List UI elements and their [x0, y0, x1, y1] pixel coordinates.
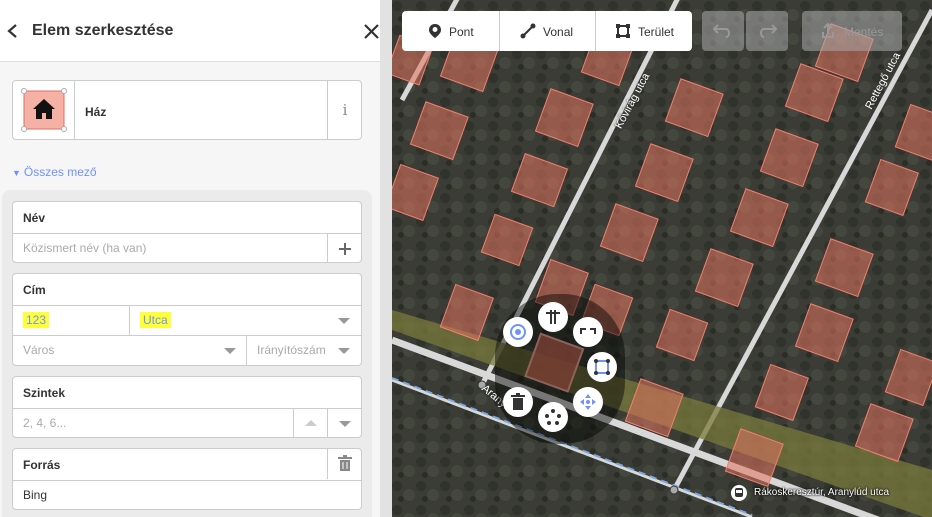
caret-up-icon: [305, 420, 317, 426]
source-delete-button[interactable]: [327, 449, 361, 479]
save-label: Mentés: [844, 25, 884, 39]
postcode-input[interactable]: Irányítószám: [247, 336, 327, 365]
address-row-1: 123 Utca: [13, 305, 361, 335]
straighten-operation-button[interactable]: [573, 317, 603, 347]
caret-down-icon: [339, 421, 351, 427]
circularize-operation-button[interactable]: [538, 402, 568, 432]
field-name-row: Közismert név (ha van): [13, 233, 361, 263]
add-point-label: Pont: [449, 25, 474, 39]
trash-icon: [338, 455, 352, 471]
field-levels-label: Szintek: [23, 386, 66, 400]
bus-stop-icon: [731, 485, 747, 501]
move-operation-button[interactable]: [573, 387, 603, 417]
save-button[interactable]: Mentés: [802, 11, 902, 51]
delete-operation-button[interactable]: [503, 387, 533, 417]
source-input[interactable]: Bing: [13, 481, 361, 510]
aerial-imagery: [392, 0, 932, 517]
fields-section: Név Közismert név (ha van) Cím 123 Utca: [2, 190, 372, 517]
back-button[interactable]: [2, 19, 24, 43]
chevron-left-icon: [7, 24, 17, 38]
preset-selector[interactable]: Ház i: [12, 80, 362, 140]
split-icon: [546, 310, 560, 324]
continue-operation-button[interactable]: [503, 317, 533, 347]
levels-input[interactable]: 2, 4, 6...: [13, 409, 293, 438]
preset-name: Ház: [85, 105, 107, 119]
inspector-sidebar: Elem szerkesztése Ház i ▼ Összes mező Né…: [0, 0, 392, 517]
sidebar-scrollbar[interactable]: [380, 0, 392, 517]
move-icon: [580, 394, 596, 410]
plus-icon: [339, 243, 351, 255]
city-input[interactable]: Város: [13, 336, 213, 365]
field-name-label: Név: [23, 211, 46, 225]
all-fields-label: Összes mező: [23, 165, 97, 179]
caret-down-icon: [224, 348, 236, 354]
source-row: Bing: [13, 480, 361, 510]
sidebar-title: Elem szerkesztése: [32, 22, 174, 39]
street-input[interactable]: Utca: [130, 306, 327, 335]
field-name: Név Közismert név (ha van): [12, 201, 362, 263]
levels-increment-button[interactable]: [293, 409, 327, 438]
edit-menu: [495, 294, 625, 444]
address-row-2: Város Irányítószám: [13, 335, 361, 365]
field-source-label: Forrás: [23, 458, 61, 472]
trash-icon: [511, 393, 525, 410]
undo-icon: [712, 24, 730, 38]
field-source: Forrás Bing: [12, 448, 362, 510]
add-area-label: Terület: [638, 25, 675, 39]
mode-toolbar: Pont Vonal Terület: [402, 11, 692, 51]
square-operation-button[interactable]: [587, 352, 617, 382]
undo-button[interactable]: [702, 11, 744, 51]
disconnect-icon: [580, 328, 596, 334]
circularize-icon: [545, 409, 561, 425]
street-value: Utca: [140, 312, 171, 328]
all-fields-toggle[interactable]: ▼ Összes mező: [12, 165, 97, 179]
square-icon: [594, 359, 610, 375]
levels-decrement-button[interactable]: [327, 409, 361, 438]
triangle-down-icon: ▼: [12, 168, 21, 178]
pin-icon: [429, 24, 441, 38]
housenumber-input[interactable]: 123: [13, 306, 130, 335]
sidebar-header: Elem szerkesztése: [0, 0, 380, 62]
levels-row: 2, 4, 6...: [13, 408, 361, 438]
redo-button[interactable]: [746, 11, 788, 51]
caret-down-icon: [338, 348, 350, 354]
add-line-button[interactable]: Vonal: [500, 11, 595, 51]
line-icon: [520, 23, 536, 39]
city-dropdown[interactable]: [213, 336, 247, 365]
name-input[interactable]: Közismert név (ha van): [13, 234, 327, 263]
bus-stop-label: Rákoskeresztúr, Aranylúd utca: [754, 487, 890, 498]
continue-icon: [510, 324, 526, 340]
add-localized-name-button[interactable]: [327, 234, 361, 263]
field-address-label: Cím: [23, 283, 46, 297]
field-levels: Szintek 2, 4, 6...: [12, 376, 362, 438]
preset-icon-box: [13, 81, 75, 139]
preset-info-button[interactable]: i: [327, 81, 362, 139]
upload-icon: [822, 23, 834, 38]
housenumber-value: 123: [23, 312, 50, 328]
add-point-button[interactable]: Pont: [402, 11, 499, 51]
vertex[interactable]: [669, 485, 679, 495]
street-dropdown[interactable]: [327, 306, 361, 335]
add-line-label: Vonal: [543, 25, 574, 39]
area-icon: [616, 24, 630, 38]
caret-down-icon: [338, 318, 350, 324]
add-area-button[interactable]: Terület: [596, 11, 692, 51]
house-icon: [21, 88, 67, 132]
postcode-dropdown[interactable]: [327, 336, 361, 365]
split-operation-button[interactable]: [538, 302, 568, 332]
redo-icon: [760, 24, 778, 38]
map-canvas[interactable]: Kővirág utca Rettegő utca Aranylúd: [392, 0, 932, 517]
field-address: Cím 123 Utca Város Irányítószám: [12, 273, 362, 366]
